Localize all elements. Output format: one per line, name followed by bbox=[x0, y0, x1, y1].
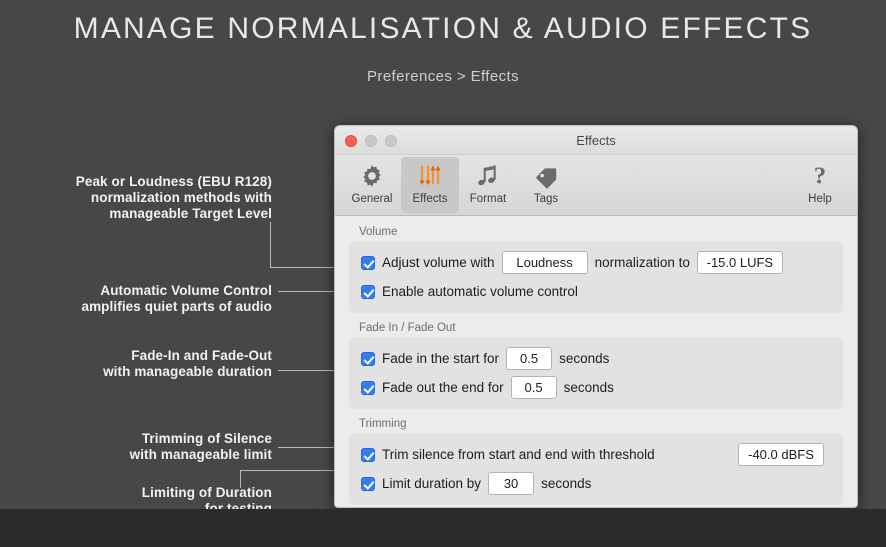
gear-icon bbox=[359, 161, 385, 191]
row-fade-in: Fade in the start for 0.5 seconds bbox=[361, 346, 831, 371]
row-adjust-volume: Adjust volume with Loudness normalizatio… bbox=[361, 250, 831, 275]
group-box-volume: Adjust volume with Loudness normalizatio… bbox=[349, 241, 843, 313]
checkbox-trim-silence[interactable] bbox=[361, 447, 375, 462]
input-fade-out-seconds[interactable]: 0.5 bbox=[510, 376, 557, 399]
group-box-trimming: Trim silence from start and end with thr… bbox=[349, 433, 843, 505]
checkbox-fade-out[interactable] bbox=[361, 380, 375, 395]
breadcrumb: Preferences > Effects bbox=[367, 68, 519, 85]
checkbox-limit-duration[interactable] bbox=[361, 476, 375, 491]
unit-limit-duration: seconds bbox=[541, 476, 592, 491]
toolbar-label-help: Help bbox=[808, 193, 832, 205]
toolbar-label-tags: Tags bbox=[533, 193, 559, 205]
music-note-icon bbox=[475, 161, 501, 191]
row-auto-volume: Enable automatic volume control bbox=[361, 279, 831, 304]
group-trimming: Trimming Trim silence from start and end… bbox=[349, 418, 843, 505]
leader-line-normalization bbox=[270, 222, 271, 268]
annotation-fade: Fade-In and Fade-Out with manageable dur… bbox=[103, 348, 272, 379]
row-fade-out: Fade out the end for 0.5 seconds bbox=[361, 375, 831, 400]
input-fade-in-seconds[interactable]: 0.5 bbox=[506, 347, 553, 370]
unit-fade-in: seconds bbox=[559, 351, 610, 366]
group-box-fade: Fade in the start for 0.5 seconds Fade o… bbox=[349, 337, 843, 409]
page-title: MANAGE NORMALISATION & AUDIO EFFECTS bbox=[73, 12, 813, 45]
toolbar-item-general[interactable]: General bbox=[343, 157, 401, 213]
row-trim-silence: Trim silence from start and end with thr… bbox=[361, 442, 831, 467]
group-label-trimming: Trimming bbox=[359, 418, 407, 430]
label-fade-out: Fade out the end for bbox=[382, 380, 504, 395]
leader-line-limiting-v bbox=[240, 470, 241, 488]
window-title: Effects bbox=[576, 133, 616, 148]
toolbar-label-effects: Effects bbox=[412, 193, 448, 205]
input-silence-threshold[interactable]: -40.0 dBFS bbox=[738, 443, 824, 466]
label-adjust-volume: Adjust volume with bbox=[382, 255, 495, 270]
svg-text:?: ? bbox=[814, 163, 826, 190]
window-toolbar: General Effects Format Tags ? Help bbox=[335, 155, 857, 216]
toolbar-item-format[interactable]: Format bbox=[459, 157, 517, 213]
toolbar-item-tags[interactable]: Tags bbox=[517, 157, 575, 213]
group-label-volume: Volume bbox=[359, 226, 398, 238]
checkbox-auto-volume-control[interactable] bbox=[361, 284, 375, 299]
bottom-bar bbox=[0, 509, 886, 547]
tag-icon bbox=[533, 161, 559, 191]
group-fade: Fade In / Fade Out Fade in the start for… bbox=[349, 322, 843, 409]
label-fade-in: Fade in the start for bbox=[382, 351, 500, 366]
window-titlebar: Effects bbox=[335, 126, 857, 155]
row-limit-duration: Limit duration by 30 seconds bbox=[361, 471, 831, 496]
group-volume: Volume Adjust volume with Loudness norma… bbox=[349, 226, 843, 313]
label-auto-volume-control: Enable automatic volume control bbox=[382, 284, 578, 299]
toolbar-label-general: General bbox=[351, 193, 393, 205]
input-limit-duration-seconds[interactable]: 30 bbox=[488, 472, 535, 495]
input-target-level[interactable]: -15.0 LUFS bbox=[696, 251, 783, 274]
annotation-auto-volume: Automatic Volume Control amplifies quiet… bbox=[81, 283, 272, 314]
label-trim-silence: Trim silence from start and end with thr… bbox=[382, 447, 655, 462]
checkbox-fade-in[interactable] bbox=[361, 351, 375, 366]
preferences-window: Effects General Effects Format Tags ? He… bbox=[334, 125, 858, 508]
group-label-fade: Fade In / Fade Out bbox=[359, 322, 456, 334]
annotation-trimming: Trimming of Silence with manageable limi… bbox=[129, 431, 272, 462]
select-normalization-method[interactable]: Loudness bbox=[501, 251, 588, 274]
toolbar-item-effects[interactable]: Effects bbox=[401, 157, 459, 213]
preferences-content: Volume Adjust volume with Loudness norma… bbox=[335, 216, 857, 507]
annotation-normalization: Peak or Loudness (EBU R128) normalizatio… bbox=[75, 174, 272, 221]
toolbar-item-help[interactable]: ? Help bbox=[791, 157, 849, 213]
toolbar-label-format: Format bbox=[469, 193, 507, 205]
checkbox-adjust-volume[interactable] bbox=[361, 255, 375, 270]
label-limit-duration: Limit duration by bbox=[382, 476, 482, 491]
unit-fade-out: seconds bbox=[563, 380, 614, 395]
sliders-icon bbox=[417, 161, 443, 191]
question-mark-icon: ? bbox=[807, 161, 833, 191]
label-normalization-to: normalization to bbox=[594, 255, 690, 270]
